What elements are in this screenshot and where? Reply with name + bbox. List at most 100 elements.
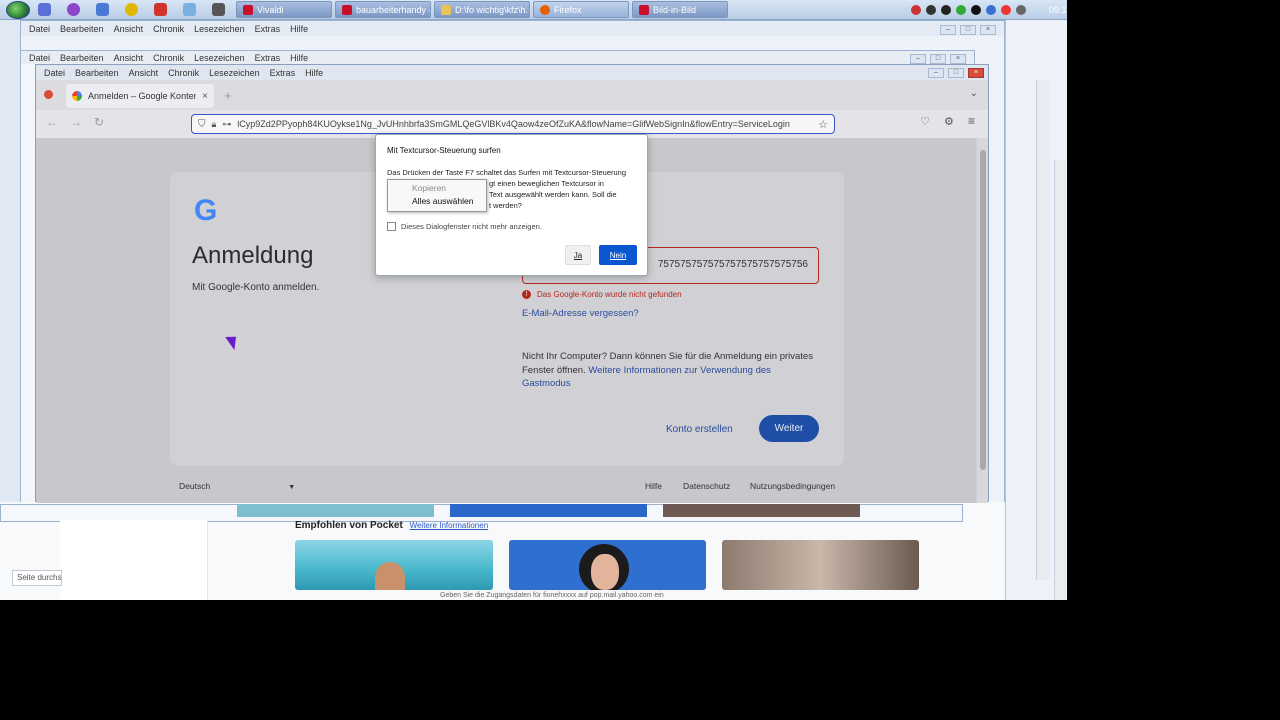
menu-item[interactable]: Datei	[29, 24, 50, 34]
minimize-button[interactable]: –	[928, 68, 944, 78]
vivaldi-icon	[243, 4, 253, 15]
menu-item[interactable]: Extras	[255, 24, 281, 34]
app-icon	[342, 4, 352, 15]
google-favicon-icon	[72, 91, 82, 101]
close-button[interactable]: ×	[968, 68, 984, 78]
close-tab-icon[interactable]: ×	[202, 91, 208, 102]
taskbar-task[interactable]: Firefox	[533, 1, 629, 18]
app-icon[interactable]	[212, 3, 225, 16]
menu-item[interactable]: Hilfe	[290, 53, 308, 63]
start-button[interactable]	[6, 0, 30, 19]
menu-item[interactable]: Chronik	[153, 53, 184, 63]
photo-thumbnail[interactable]	[663, 504, 860, 517]
back-icon[interactable]: ←	[46, 115, 58, 129]
pocket-story-image[interactable]	[295, 540, 493, 590]
app-icon[interactable]	[183, 3, 196, 16]
menu-item[interactable]: Extras	[255, 53, 281, 63]
menu-item-bearbeiten[interactable]: Bearbeiten	[75, 68, 119, 78]
menu-item[interactable]: Datei	[29, 53, 50, 63]
scrollbar[interactable]	[1036, 80, 1050, 580]
pocket-icon[interactable]: ♡	[920, 115, 930, 128]
menu-item[interactable]: Bearbeiten	[60, 53, 104, 63]
app-icon[interactable]	[38, 3, 51, 16]
maximize-button[interactable]: □	[930, 54, 946, 64]
menu-item-lesezeichen[interactable]: Lesezeichen	[209, 68, 260, 78]
app-icon[interactable]	[67, 3, 80, 16]
lock-icon: 🔒︎	[211, 118, 217, 129]
scrollbar[interactable]	[1054, 160, 1066, 600]
tray-icon[interactable]	[941, 4, 951, 15]
tray-icon[interactable]	[1016, 4, 1026, 15]
menu-item[interactable]: Chronik	[153, 24, 184, 34]
search-input[interactable]: Seite durchs	[12, 570, 62, 586]
minimize-button[interactable]: –	[910, 54, 926, 64]
extensions-icon[interactable]: ⚙	[944, 115, 954, 128]
close-button[interactable]: ×	[950, 54, 966, 64]
dialog-title: Mit Textcursor-Steuerung surfen	[387, 146, 501, 155]
menu-item-datei[interactable]: Datei	[44, 68, 65, 78]
reload-icon[interactable]: ↻	[94, 115, 104, 129]
pocket-heading: Empfohlen von Pocket Weitere Information…	[295, 520, 489, 531]
menu-item[interactable]: Bearbeiten	[60, 24, 104, 34]
footer-link-privacy[interactable]: Datenschutz	[683, 481, 730, 491]
list-tabs-icon[interactable]: ⌄	[970, 88, 978, 99]
menu-item-chronik[interactable]: Chronik	[168, 68, 199, 78]
tray-icon[interactable]	[911, 4, 921, 15]
language-select[interactable]: Deutsch ▼	[179, 481, 295, 491]
next-button[interactable]: Weiter	[759, 415, 819, 442]
bookmark-star-icon[interactable]: ☆	[818, 118, 828, 131]
maximize-button[interactable]: □	[960, 25, 976, 35]
menu-item-copy[interactable]: Kopieren	[388, 180, 486, 195]
tab-google-signin[interactable]: Anmelden – Google Konten ×	[66, 84, 214, 108]
tray-icon[interactable]	[926, 4, 936, 15]
minimize-button[interactable]: –	[940, 25, 956, 35]
yes-button[interactable]: Ja	[565, 245, 591, 265]
more-info-link[interactable]: Weitere Informationen	[410, 521, 489, 530]
menu-icon[interactable]: ≡	[968, 114, 975, 128]
tray-icon[interactable]	[956, 4, 966, 15]
taskbar-task[interactable]: bauarbeiterhandy - ...	[335, 1, 431, 18]
scrollbar-thumb[interactable]	[980, 150, 986, 470]
menu-item-hilfe[interactable]: Hilfe	[305, 68, 323, 78]
menu-item[interactable]: Hilfe	[290, 24, 308, 34]
menu-item-select-all[interactable]: Alles auswählen	[388, 195, 486, 210]
app-icon[interactable]	[125, 3, 138, 16]
close-button[interactable]: ×	[980, 25, 996, 35]
tray-icon[interactable]	[986, 4, 996, 15]
menu-item-ansicht[interactable]: Ansicht	[129, 68, 159, 78]
error-message: ! Das Google-Konto wurde nicht gefunden	[522, 290, 682, 299]
app-icon[interactable]	[154, 3, 167, 16]
guest-info: Nicht Ihr Computer? Dann können Sie für …	[522, 351, 813, 389]
maximize-button[interactable]: □	[948, 68, 964, 78]
photo-thumbnail[interactable]	[237, 504, 434, 517]
taskbar-task[interactable]: Vivaldi	[236, 1, 332, 18]
footer-link-terms[interactable]: Nutzungsbedingungen	[750, 481, 835, 491]
checkbox[interactable]	[387, 222, 396, 231]
photo-thumbnail[interactable]	[450, 504, 647, 517]
background-window-edge	[1005, 20, 1067, 600]
forward-icon[interactable]: →	[70, 115, 82, 129]
dont-show-again-checkbox[interactable]: Dieses Dialogfenster nicht mehr anzeigen…	[387, 222, 542, 231]
page-scrollbar[interactable]	[976, 138, 988, 503]
firefox-view-icon[interactable]	[44, 90, 53, 99]
new-tab-icon[interactable]: +	[224, 88, 232, 103]
taskbar-task[interactable]: D:\fo wichtig\kfz\h...	[434, 1, 530, 18]
pocket-story-image[interactable]	[722, 540, 919, 590]
firefox-icon	[540, 4, 550, 15]
create-account-button[interactable]: Konto erstellen	[666, 424, 733, 435]
menu-item[interactable]: Ansicht	[114, 24, 144, 34]
url-bar[interactable]: ⛉ 🔒︎ ⊶ lCyp9Zd2PPyoph84KUOykse1Ng_JvUHnh…	[191, 114, 835, 134]
tray-icon[interactable]	[1001, 4, 1011, 15]
no-button[interactable]: Nein	[599, 245, 637, 265]
tray-icon[interactable]	[971, 4, 981, 15]
app-icon[interactable]	[96, 3, 109, 16]
clock: 09:13	[1049, 4, 1067, 15]
menu-item[interactable]: Lesezeichen	[194, 24, 245, 34]
taskbar-task[interactable]: Bild-in-Bild	[632, 1, 728, 18]
footer-link-help[interactable]: Hilfe	[645, 481, 662, 491]
forgot-email-link[interactable]: E-Mail-Adresse vergessen?	[522, 308, 639, 319]
pocket-story-image[interactable]	[509, 540, 706, 590]
menu-item[interactable]: Lesezeichen	[194, 53, 245, 63]
menu-item[interactable]: Ansicht	[114, 53, 144, 63]
menu-item-extras[interactable]: Extras	[270, 68, 296, 78]
